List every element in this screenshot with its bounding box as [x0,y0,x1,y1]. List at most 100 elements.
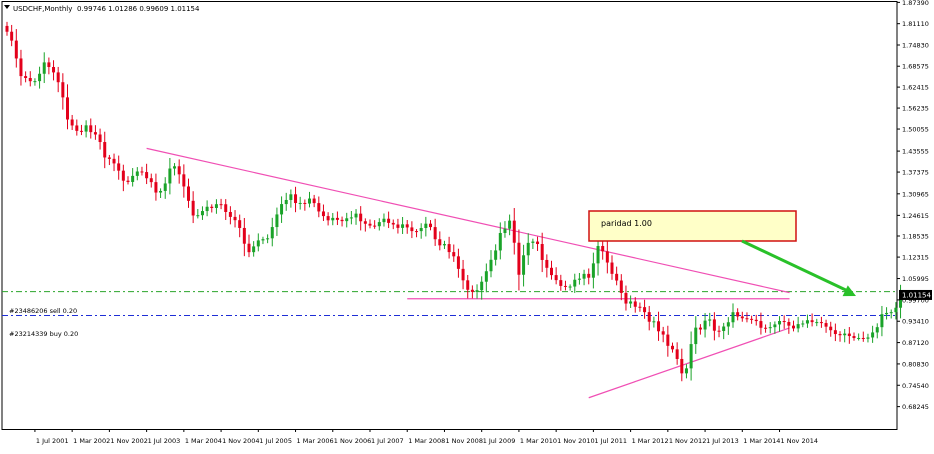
y-tick-label: 1.18535 [902,232,929,240]
bear-candle [847,333,851,337]
parity-note[interactable]: paridad 1.00 [588,210,797,242]
bull-candle [284,199,288,205]
bull-candle [582,273,586,279]
bull-candle [214,204,218,208]
bull-candle [205,206,209,212]
bear-candle [549,267,553,276]
bull-candle [722,326,726,332]
bear-candle [661,331,665,335]
x-tick-label: 1 Nov 2002 [110,437,148,445]
y-tick-label: 1.81110 [902,20,929,28]
bear-candle [335,217,339,220]
bull-candle [503,228,507,233]
bear-candle [70,119,74,126]
y-tick-label: 1.50055 [902,126,929,134]
bear-candle [740,316,744,319]
bear-candle [461,268,465,281]
sell-order-label[interactable]: #23486206 sell 0.20 [9,307,77,315]
bull-candle [377,222,381,227]
bear-candle [791,325,795,329]
bull-candle [307,198,311,204]
x-tick-label: 1 Jul 2013 [706,437,739,445]
bull-candle [173,166,177,169]
bear-candle [829,326,833,331]
bear-candle [326,216,330,221]
bear-candle [670,345,674,350]
bull-candle [522,255,526,275]
y-tick-label: 0.93410 [902,318,929,326]
bull-candle [84,125,88,132]
x-tick-label: 1 Mar 2002 [73,437,110,445]
bear-candle [456,256,460,269]
bear-candle [89,125,93,133]
bull-candle [629,301,633,304]
y-tick-label: 0.68245 [902,403,929,411]
y-tick-label: 1.56235 [902,105,929,113]
bear-candle [65,97,69,120]
bear-candle [321,211,325,217]
bear-candle [619,280,623,293]
bull-candle [159,190,163,193]
bear-candle [643,307,647,313]
chart-ohlc-readout: 0.99746 1.01286 0.99609 1.01154 [77,5,200,13]
bull-candle [596,246,600,264]
bull-candle [280,204,284,215]
bull-candle [703,320,707,330]
bull-candle [526,242,530,256]
bull-candle [726,322,730,327]
bull-candle [33,81,37,83]
bear-candle [545,259,549,268]
bear-candle [219,204,223,206]
bull-candle [484,271,488,282]
chart-window[interactable]: USDCHF,Monthly 0.99746 1.01286 0.99609 1… [0,0,934,450]
bull-candle [489,259,493,272]
buy-order-label[interactable]: #23214339 buy 0.20 [9,330,78,338]
price-chart[interactable]: USDCHF,Monthly 0.99746 1.01286 0.99609 1… [0,0,934,450]
bear-candle [633,301,637,307]
bear-candle [387,218,391,223]
parity-note-text: paridad 1.00 [601,219,652,228]
bear-candle [666,334,670,346]
bear-candle [428,223,432,228]
bull-candle [252,246,256,253]
bear-candle [624,292,628,304]
x-tick-label: 1 Jul 2009 [483,437,516,445]
bear-candle [657,321,661,332]
bull-candle [880,314,884,328]
bear-candle [312,198,316,204]
bear-candle [559,280,563,286]
bear-candle [52,67,56,73]
bear-candle [675,349,679,359]
bull-candle [354,213,358,218]
x-tick-label: 1 Nov 2008 [445,437,483,445]
bear-candle [433,227,437,240]
bear-candle [396,224,400,228]
bull-candle [508,220,512,229]
bear-candle [154,182,158,193]
y-tick-label: 0.80830 [902,360,929,368]
x-tick-label: 1 Nov 2006 [334,437,372,445]
bear-candle [819,322,823,324]
bull-candle [480,281,484,291]
bear-candle [415,231,419,233]
bear-candle [601,246,605,252]
bull-candle [256,240,260,247]
bear-candle [717,330,721,332]
bull-candle [270,227,274,239]
bull-candle [778,321,782,325]
bear-candle [712,319,716,331]
bear-candle [833,330,837,335]
bear-candle [410,227,414,232]
x-tick-label: 1 Jul 2007 [371,437,404,445]
bear-candle [126,180,130,182]
bear-candle [5,25,9,32]
bear-candle [615,273,619,281]
bear-candle [540,244,544,260]
bear-candle [107,157,111,159]
bull-candle [298,202,302,204]
bear-candle [373,225,377,227]
bear-candle [698,327,702,330]
bear-candle [182,174,186,187]
bear-candle [238,220,242,228]
bull-candle [591,263,595,278]
